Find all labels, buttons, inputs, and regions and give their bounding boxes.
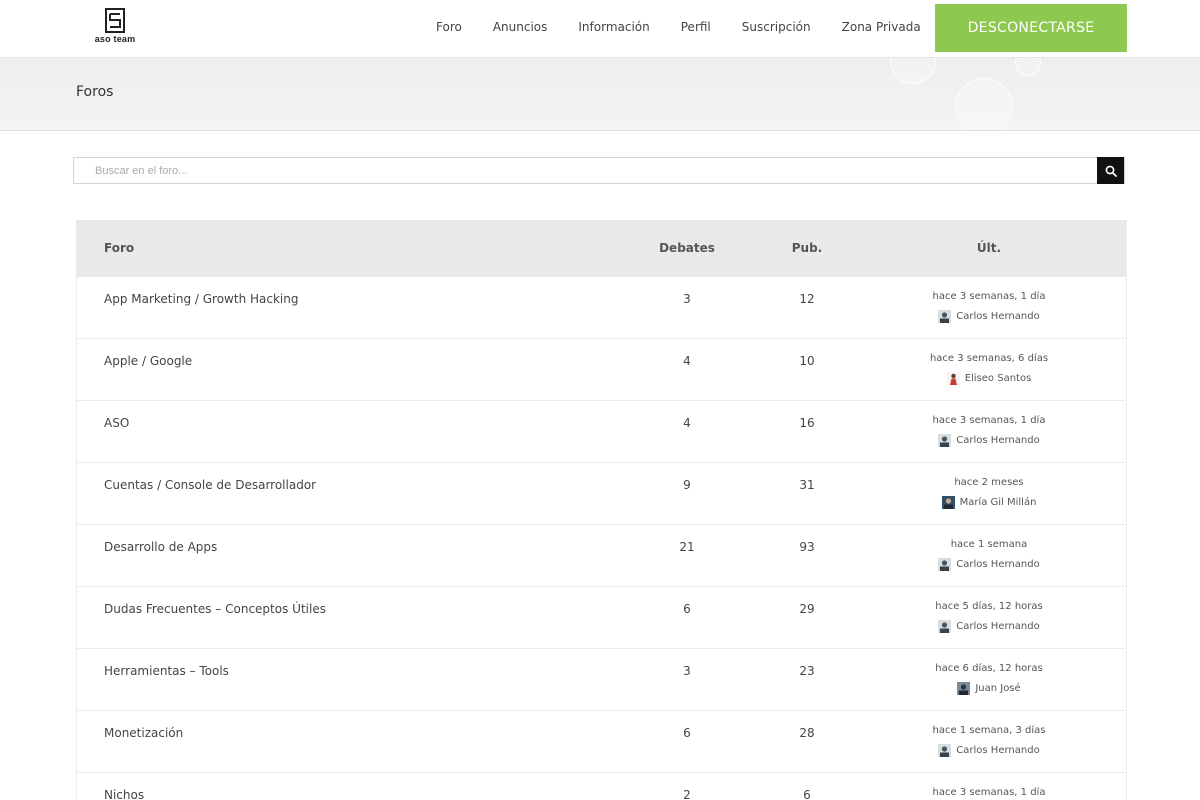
topics-count: 6	[683, 602, 691, 616]
avatar[interactable]	[938, 310, 952, 323]
table-row: ASO 4 16 hace 3 semanas, 1 día Carlos He…	[77, 401, 1126, 463]
last-post: hace 3 semanas, 1 día Carlos Hernando	[889, 291, 1089, 326]
header-last: Últ.	[976, 241, 1002, 255]
last-post-user[interactable]: Carlos Hernando	[956, 559, 1039, 570]
nav-informacion[interactable]: Información	[578, 20, 649, 40]
last-post-time[interactable]: hace 5 días, 12 horas	[889, 601, 1089, 616]
header-topics: Debates	[659, 241, 715, 255]
last-post-time[interactable]: hace 6 días, 12 horas	[889, 663, 1089, 678]
last-post: hace 1 semana, 3 días Carlos Hernando	[889, 725, 1089, 760]
last-post-time[interactable]: hace 3 semanas, 1 día	[889, 415, 1089, 430]
avatar[interactable]	[938, 744, 952, 757]
nav-foro[interactable]: Foro	[436, 20, 462, 40]
table-row: Herramientas – Tools 3 23 hace 6 días, 1…	[77, 649, 1126, 711]
table-row: Apple / Google 4 10 hace 3 semanas, 6 dí…	[77, 339, 1126, 401]
table-row: Dudas Frecuentes – Conceptos Útiles 6 29…	[77, 587, 1126, 649]
header-forum: Foro	[104, 241, 135, 255]
forum-link[interactable]: Cuentas / Console de Desarrollador	[104, 478, 316, 492]
logo-text: aso team	[94, 34, 136, 44]
avatar[interactable]	[938, 434, 952, 447]
nav-anuncios[interactable]: Anuncios	[493, 20, 548, 40]
forum-link[interactable]: ASO	[104, 416, 129, 430]
posts-count: 23	[799, 664, 815, 678]
topics-count: 21	[679, 540, 695, 554]
posts-count: 6	[803, 788, 811, 800]
last-post-time[interactable]: hace 2 meses	[889, 477, 1089, 492]
last-post-user[interactable]: Eliseo Santos	[965, 373, 1032, 384]
topics-count: 3	[683, 292, 691, 306]
decorative-bubble	[890, 58, 936, 84]
nav-zona-privada[interactable]: Zona Privada	[842, 20, 921, 40]
last-post: hace 3 semanas, 6 días Eliseo Santos	[889, 353, 1089, 388]
header-posts: Pub.	[791, 241, 823, 255]
page-title-bar: Foros	[0, 58, 1200, 131]
nav-suscripcion[interactable]: Suscripción	[742, 20, 811, 40]
logout-button[interactable]: DESCONECTARSE	[935, 4, 1127, 52]
topics-count: 3	[683, 664, 691, 678]
table-row: Desarrollo de Apps 21 93 hace 1 semana C…	[77, 525, 1126, 587]
last-post-user[interactable]: Carlos Hernando	[956, 745, 1039, 756]
forum-link[interactable]: Herramientas – Tools	[104, 664, 229, 678]
last-post-time[interactable]: hace 3 semanas, 1 día	[889, 787, 1089, 800]
nav-perfil[interactable]: Perfil	[681, 20, 711, 40]
table-header: Foro Debates Pub. Últ.	[77, 220, 1126, 277]
last-post-user[interactable]: Carlos Hernando	[956, 435, 1039, 446]
last-post-time[interactable]: hace 1 semana, 3 días	[889, 725, 1089, 740]
posts-count: 12	[799, 292, 815, 306]
forum-link[interactable]: Monetización	[104, 726, 183, 740]
site-header: aso team Foro Anuncios Información Perfi…	[0, 0, 1200, 58]
table-row: Nichos 2 6 hace 3 semanas, 1 día	[77, 773, 1126, 800]
last-post: hace 3 semanas, 1 día	[889, 787, 1089, 800]
topics-count: 2	[683, 788, 691, 800]
last-post-user[interactable]: Carlos Hernando	[956, 311, 1039, 322]
avatar[interactable]	[938, 558, 952, 571]
topics-count: 4	[683, 354, 691, 368]
site-logo[interactable]: aso team	[92, 8, 138, 46]
forum-search	[73, 157, 1125, 184]
last-post-time[interactable]: hace 3 semanas, 6 días	[889, 353, 1089, 368]
logo-mark-icon	[105, 8, 125, 33]
last-post-user[interactable]: Juan José	[975, 683, 1020, 694]
last-post-time[interactable]: hace 1 semana	[889, 539, 1089, 554]
last-post-time[interactable]: hace 3 semanas, 1 día	[889, 291, 1089, 306]
last-post-user[interactable]: Carlos Hernando	[956, 621, 1039, 632]
search-input[interactable]	[74, 158, 1098, 183]
forum-link[interactable]: Nichos	[104, 788, 144, 800]
avatar[interactable]	[938, 620, 952, 633]
posts-count: 16	[799, 416, 815, 430]
last-post: hace 2 meses María Gil Millán	[889, 477, 1089, 512]
search-icon	[1105, 165, 1117, 177]
last-post-user[interactable]: María Gil Millán	[960, 497, 1037, 508]
last-post: hace 3 semanas, 1 día Carlos Hernando	[889, 415, 1089, 450]
topics-count: 4	[683, 416, 691, 430]
search-button[interactable]	[1097, 157, 1124, 184]
avatar[interactable]	[946, 372, 960, 385]
posts-count: 31	[799, 478, 815, 492]
last-post: hace 6 días, 12 horas Juan José	[889, 663, 1089, 698]
decorative-bubble	[955, 78, 1013, 130]
posts-count: 29	[799, 602, 815, 616]
forum-link[interactable]: Desarrollo de Apps	[104, 540, 217, 554]
topics-count: 9	[683, 478, 691, 492]
table-row: Monetización 6 28 hace 1 semana, 3 días …	[77, 711, 1126, 773]
forum-link[interactable]: Apple / Google	[104, 354, 192, 368]
last-post: hace 5 días, 12 horas Carlos Hernando	[889, 601, 1089, 636]
page-title: Foros	[76, 84, 114, 100]
forum-link[interactable]: Dudas Frecuentes – Conceptos Útiles	[104, 602, 326, 616]
avatar[interactable]	[941, 496, 955, 509]
table-row: Cuentas / Console de Desarrollador 9 31 …	[77, 463, 1126, 525]
last-post: hace 1 semana Carlos Hernando	[889, 539, 1089, 574]
forum-table: Foro Debates Pub. Últ. App Marketing / G…	[76, 220, 1127, 800]
posts-count: 28	[799, 726, 815, 740]
table-row: App Marketing / Growth Hacking 3 12 hace…	[77, 277, 1126, 339]
avatar[interactable]	[957, 682, 971, 695]
forum-link[interactable]: App Marketing / Growth Hacking	[104, 292, 298, 306]
main-nav: Foro Anuncios Información Perfil Suscrip…	[436, 20, 921, 40]
topics-count: 6	[683, 726, 691, 740]
posts-count: 93	[799, 540, 815, 554]
posts-count: 10	[799, 354, 815, 368]
decorative-bubble	[1015, 58, 1041, 76]
